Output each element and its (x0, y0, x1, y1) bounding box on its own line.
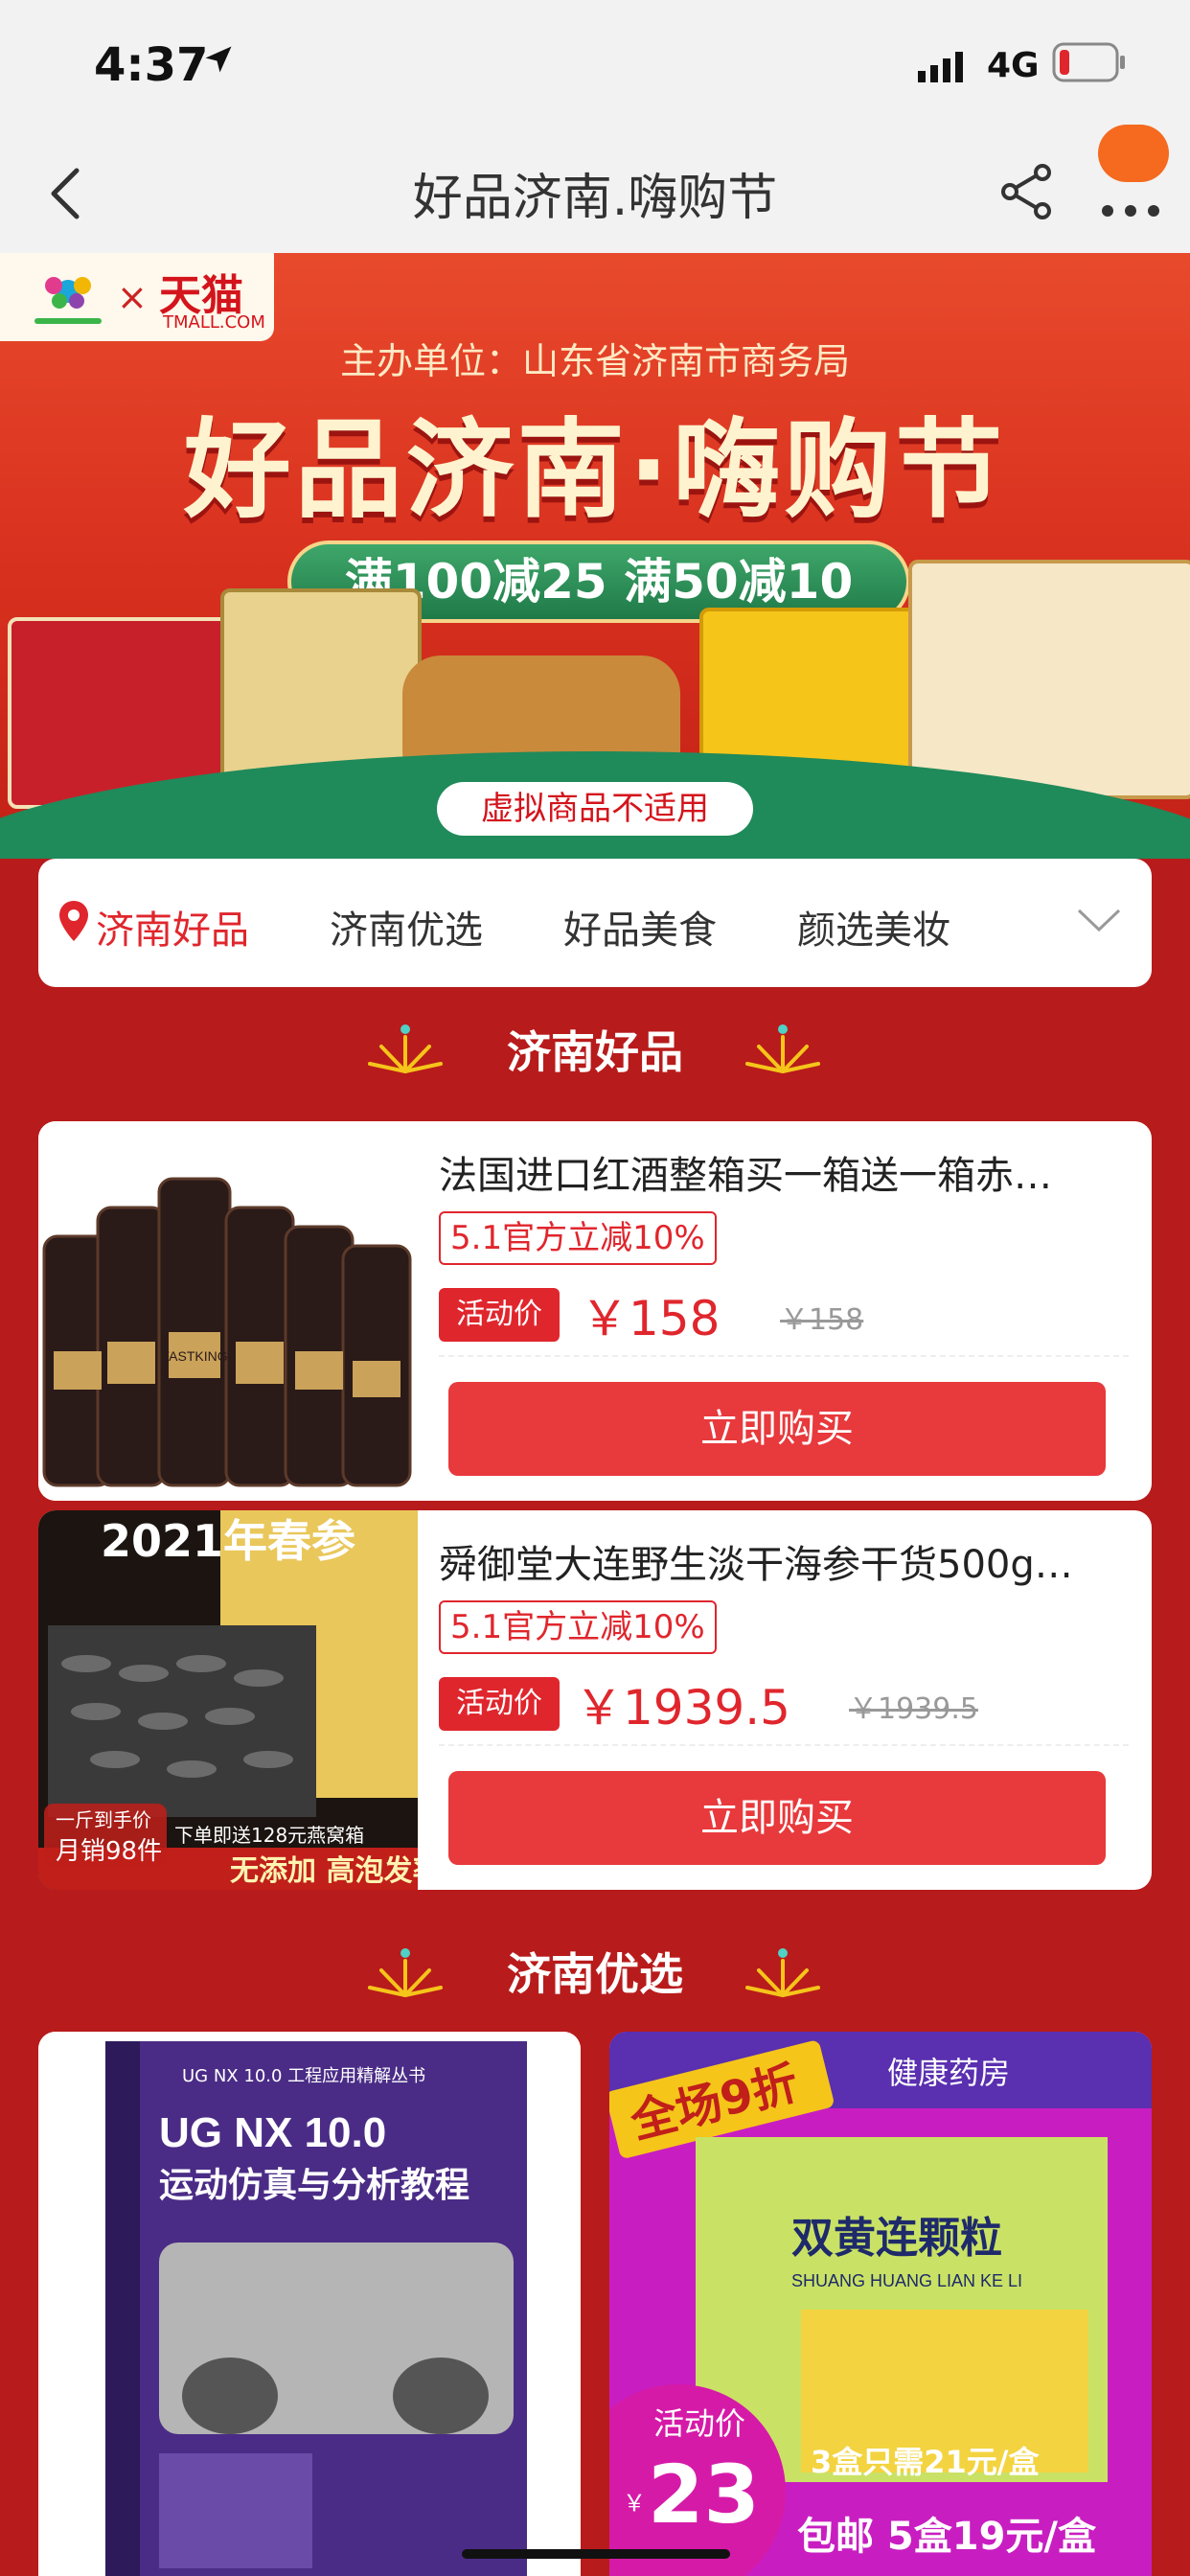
discount-tag: 5.1官方立减10% (439, 1211, 717, 1265)
firework-right-icon (745, 1948, 820, 1997)
medicine-price: 23 (648, 2448, 760, 2542)
book-title-line2: 运动仿真与分析教程 (159, 2166, 469, 2205)
book-series: UG NX 10.0 工程应用精解丛书 (182, 2066, 425, 2086)
section-title-youxuan: 济南优选 (507, 1948, 683, 2000)
product-image-medicine[interactable]: 健康药房 全场9折 双黄连颗粒 SHUANG HUANG LIAN KE LI … (609, 2032, 1152, 2576)
product-card-sea-cucumber[interactable]: 2021年春参 无添加 高泡发率 下单即送128元燕窝箱 一斤到手价 月销98件… (38, 1510, 1152, 1890)
activity-price: ￥1939.5 (575, 1680, 790, 1736)
tmall-domain: TMALL.COM (163, 312, 265, 333)
tab-jinan-haopin[interactable]: 济南好品 (96, 899, 249, 954)
buy-now-button[interactable]: 立即购买 (448, 1771, 1106, 1865)
share-icon[interactable] (996, 161, 1058, 222)
deal-5-boxes: 包邮 5盒19元/盒 (797, 2515, 1097, 2559)
product-image-sea-cucumber[interactable]: 2021年春参 无添加 高泡发率 下单即送128元燕窝箱 一斤到手价 月销98件 (38, 1510, 418, 1890)
grid-item-medicine[interactable]: 健康药房 全场9折 双黄连颗粒 SHUANG HUANG LIAN KE LI … (609, 2032, 1152, 2576)
per-jin-price-label: 一斤到手价 (56, 1808, 151, 1831)
banner-headline: 好品济南·嗨购节 (183, 408, 1007, 533)
banner-sponsor: 主办单位：山东省济南市商务局 (339, 340, 850, 382)
location-pin-icon (59, 901, 88, 941)
more-dots-icon[interactable] (1092, 157, 1169, 234)
promo-banner[interactable]: × 天猫 TMALL.COM 主办单位：山东省济南市商务局 好品济南·嗨购节 满… (0, 253, 1190, 859)
sea-cucumber-gift: 下单即送128元燕窝箱 (174, 1824, 364, 1847)
product-card-wine[interactable]: FASTKING 法国进口红酒整箱买一箱送一箱赤… 5.1官方立减10% 活动价… (38, 1121, 1152, 1501)
divider (439, 1744, 1129, 1746)
sea-cucumber-slogan: 无添加 高泡发率 (230, 1854, 418, 1888)
nav-bar: 好品济南.嗨购节 (0, 125, 1190, 253)
divider (439, 1355, 1129, 1357)
tab-haopin-meishi[interactable]: 好品美食 (563, 899, 717, 954)
original-price: ￥1939.5 (849, 1692, 978, 1726)
monthly-sales: 月销98件 (56, 1837, 162, 1866)
activity-price-label: 活动价 (653, 2405, 745, 2442)
store-name: 健康药房 (887, 2055, 1010, 2091)
location-arrow-icon (205, 46, 232, 73)
network-type: 4G (987, 46, 1040, 85)
deal-3-boxes: 3盒只需21元/盒 (811, 2444, 1040, 2480)
status-time: 4:37 (94, 38, 209, 92)
product-image-wine[interactable]: FASTKING (38, 1121, 418, 1501)
grid-item-book[interactable]: UG NX 10.0 工程应用精解丛书 UG NX 10.0 运动仿真与分析教程 (38, 2032, 581, 2576)
banner-logo: × 天猫 TMALL.COM (0, 253, 274, 341)
original-price: ￥158 (780, 1303, 864, 1337)
section-title-haopin: 济南好品 (507, 1026, 683, 1078)
product-box-sesame-cake (908, 560, 1190, 799)
medicine-pinyin: SHUANG HUANG LIAN KE LI (791, 2271, 1022, 2290)
buy-now-button[interactable]: 立即购买 (448, 1382, 1106, 1476)
book-title-line1: UG NX 10.0 (159, 2109, 386, 2156)
activity-price: ￥158 (581, 1291, 721, 1346)
logo-separator: × (117, 276, 148, 318)
product-title[interactable]: 舜御堂大连野生淡干海参干货500g… (439, 1533, 1110, 1589)
activity-price-label: 活动价 (439, 1677, 560, 1731)
tab-jinan-youxuan[interactable]: 济南优选 (330, 899, 483, 954)
svg-text:￥: ￥ (623, 2490, 646, 2517)
category-tabs: 济南好品 济南优选 好品美食 颜选美妆 (38, 859, 1152, 987)
home-indicator[interactable] (462, 2549, 730, 2559)
medicine-name: 双黄连颗粒 (791, 2214, 1002, 2263)
signal-icon (918, 52, 963, 82)
tab-yanxuan-meizhuang[interactable]: 颜选美妆 (797, 899, 950, 954)
banner-note: 虚拟商品不适用 (437, 782, 753, 836)
sea-cucumber-image-title: 2021年春参 (101, 1515, 355, 1567)
product-title[interactable]: 法国进口红酒整箱买一箱送一箱赤… (439, 1144, 1110, 1200)
activity-price-label: 活动价 (439, 1288, 560, 1342)
flower-logo-icon (34, 277, 102, 324)
battery-icon (1052, 42, 1125, 82)
firework-right-icon (745, 1024, 820, 1073)
wine-label-text: FASTKING (161, 1348, 227, 1364)
discount-tag: 5.1官方立减10% (439, 1600, 717, 1654)
product-image-book[interactable]: UG NX 10.0 工程应用精解丛书 UG NX 10.0 运动仿真与分析教程 (38, 2032, 581, 2576)
chevron-down-icon[interactable] (1073, 901, 1125, 939)
status-bar: 4:37 4G (0, 0, 1190, 134)
